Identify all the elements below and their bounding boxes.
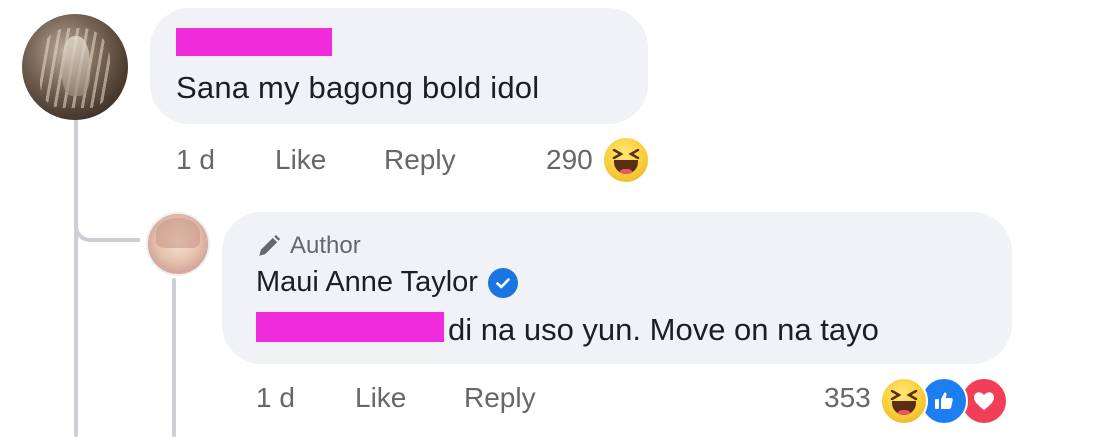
comment-text: Sana my bagong bold idol	[176, 70, 540, 105]
redacted-commenter-name	[176, 28, 332, 56]
haha-mouth	[614, 160, 638, 174]
author-name-link[interactable]: Maui Anne Taylor	[256, 266, 478, 299]
commenter-avatar[interactable]	[22, 14, 128, 120]
comment-reaction-count[interactable]: 290	[546, 144, 593, 176]
reply-reaction-count[interactable]: 353	[824, 382, 871, 414]
reply-thread-line	[172, 278, 176, 437]
haha-eyes-icon	[612, 149, 640, 159]
pencil-icon	[259, 234, 281, 256]
haha-reaction-icon[interactable]	[880, 377, 928, 425]
reply-author: Maui Anne Taylor	[256, 266, 518, 299]
thumbs-up-icon	[935, 392, 953, 409]
thread-line	[74, 118, 78, 437]
reply-text: di na uso yun. Move on na tayo	[448, 312, 879, 347]
comment-timestamp[interactable]: 1 d	[176, 144, 215, 176]
thread-connector	[74, 200, 140, 242]
haha-reaction-icon[interactable]	[604, 138, 648, 182]
haha-mouth	[892, 401, 916, 415]
reply-like-button[interactable]: Like	[355, 382, 406, 414]
haha-eyes-icon	[890, 390, 918, 400]
redacted-mention	[256, 312, 444, 342]
comment-like-button[interactable]: Like	[275, 144, 326, 176]
reply-timestamp[interactable]: 1 d	[256, 382, 295, 414]
checkmark-icon	[496, 277, 510, 288]
reply-reply-button[interactable]: Reply	[464, 382, 536, 414]
comment-reply-button[interactable]: Reply	[384, 144, 456, 176]
author-avatar[interactable]	[146, 212, 210, 276]
comment-bubble	[150, 8, 648, 124]
heart-icon	[974, 392, 994, 410]
verified-badge-icon	[487, 267, 518, 298]
author-badge: Author	[256, 231, 361, 261]
author-badge-label: Author	[290, 232, 361, 259]
